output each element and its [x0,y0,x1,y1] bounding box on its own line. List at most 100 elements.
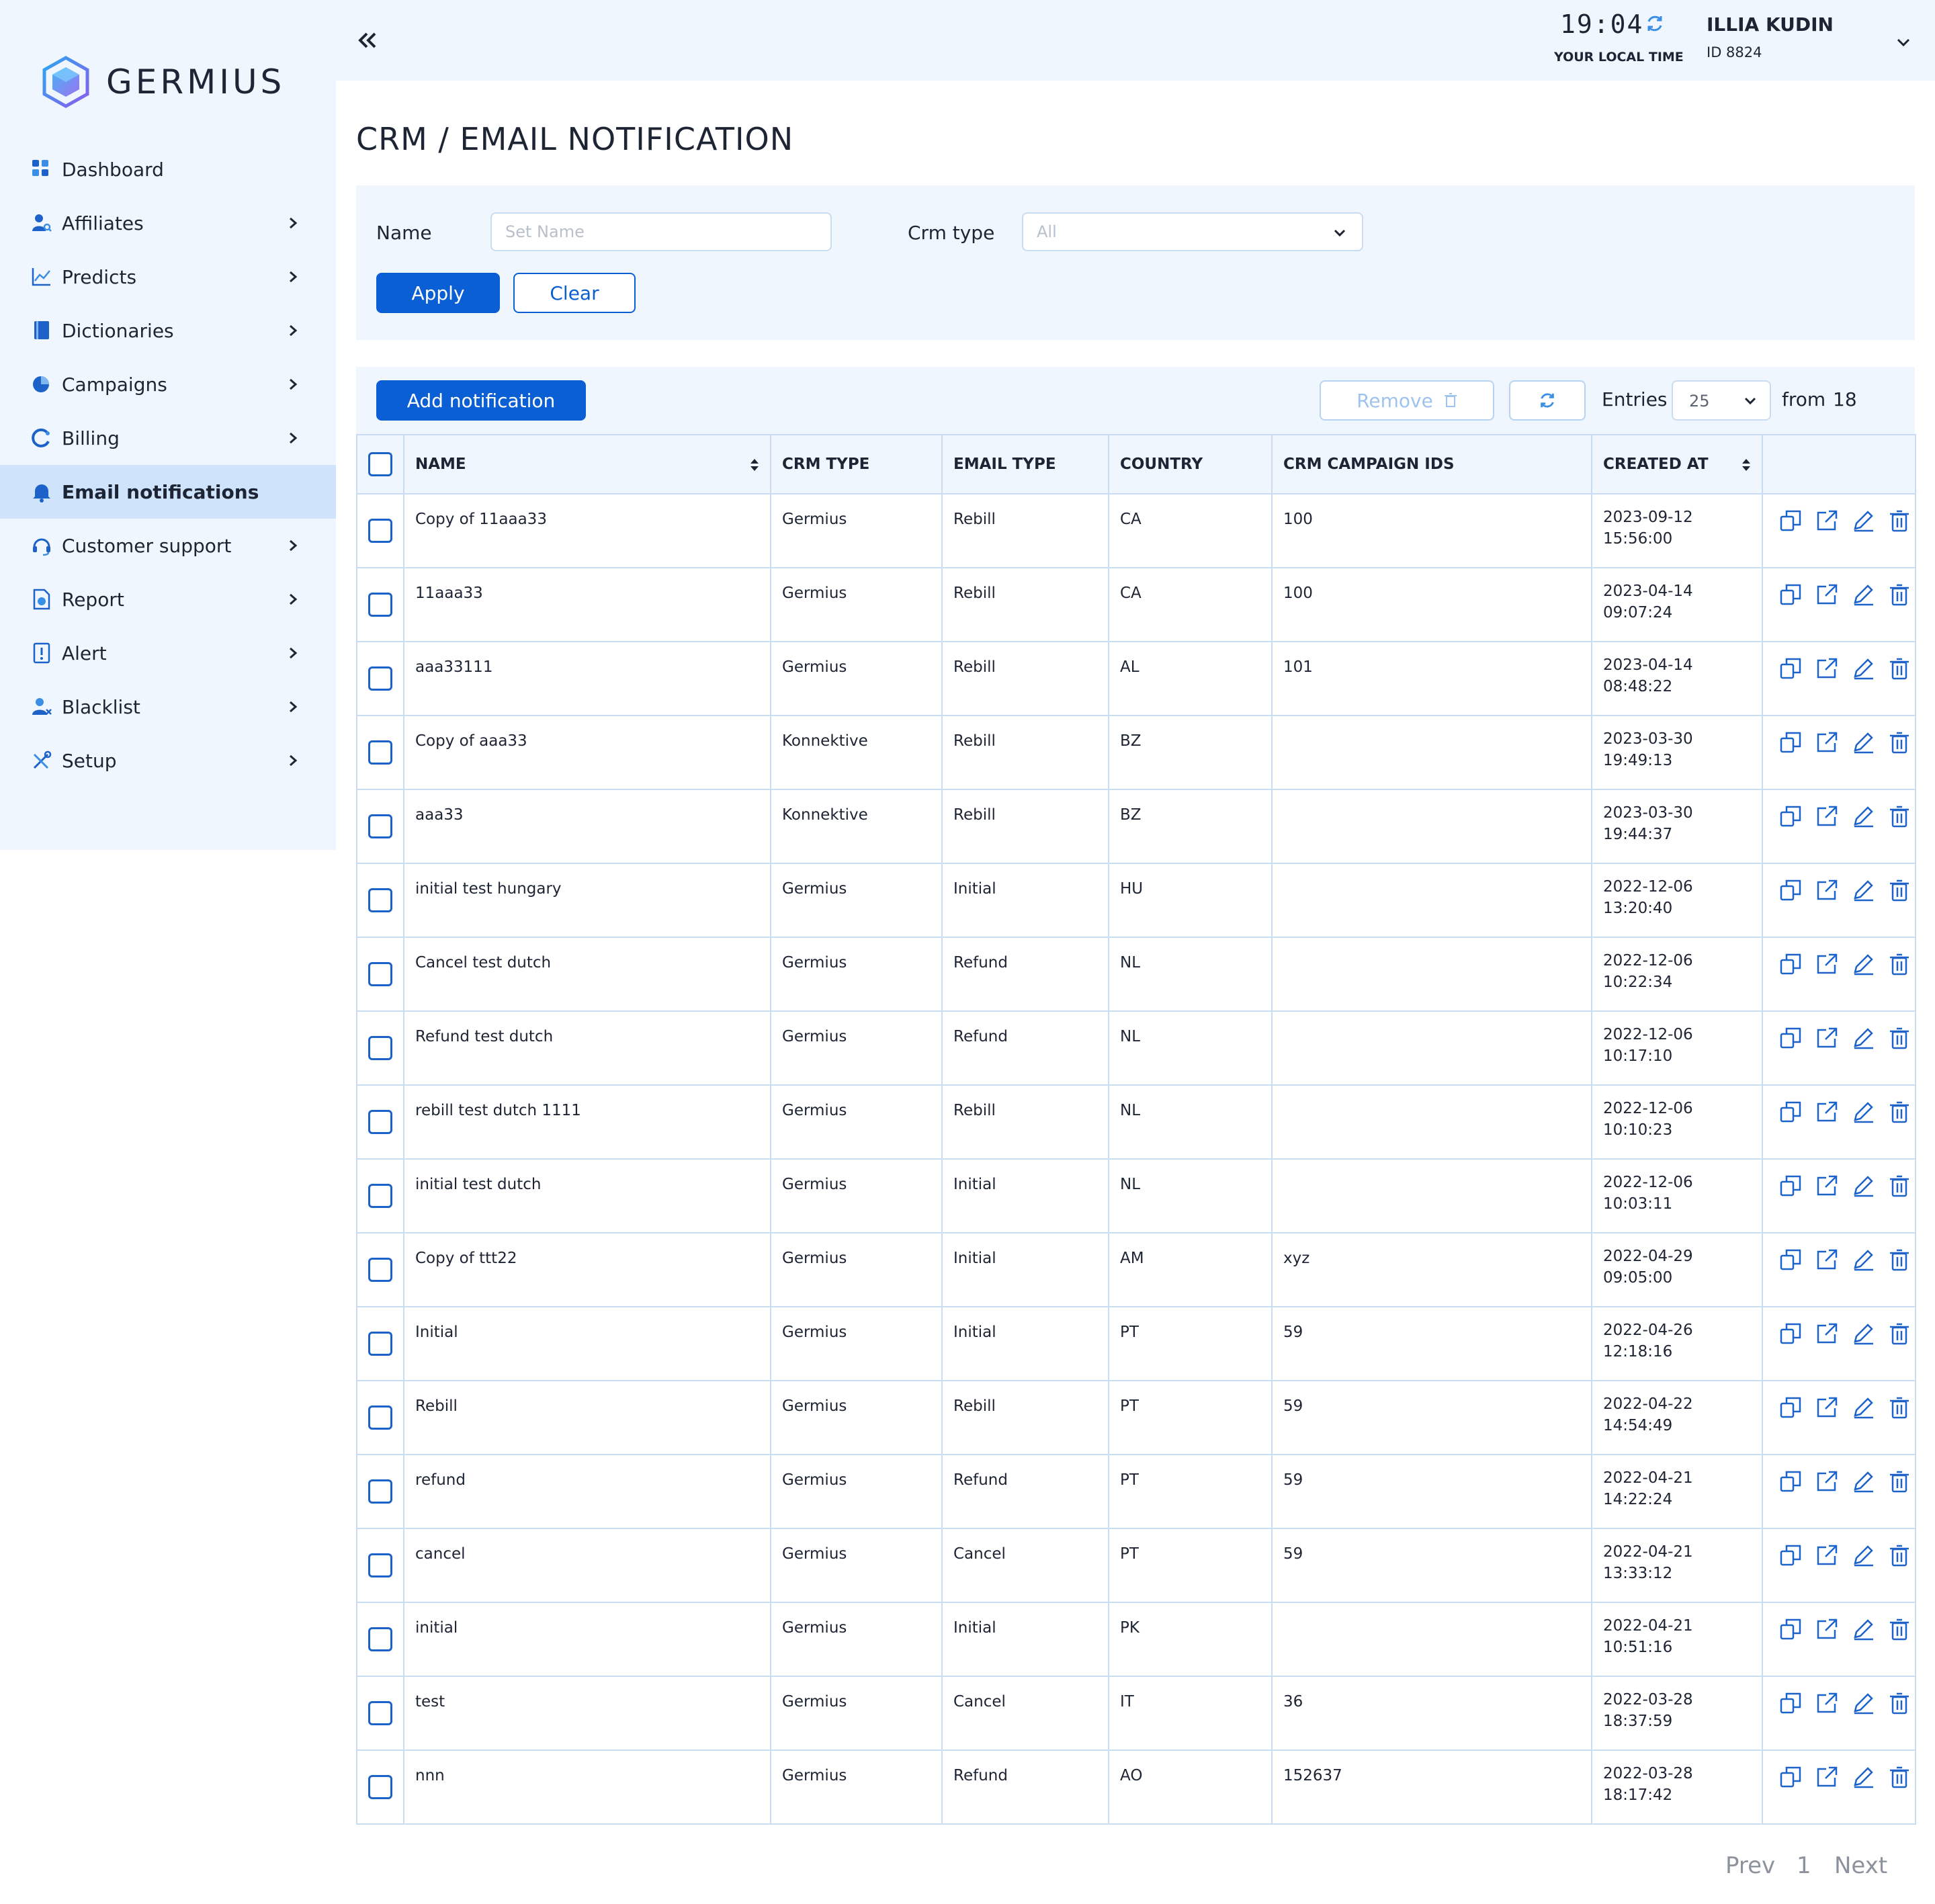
trash-icon[interactable] [1888,1027,1911,1049]
crm-type-select[interactable]: All [1022,212,1363,251]
edit-icon[interactable] [1852,657,1875,680]
copy-icon[interactable] [1779,1396,1802,1419]
sidebar-item-dashboard[interactable]: Dashboard [0,142,336,196]
open-external-icon[interactable] [1815,1322,1838,1345]
row-checkbox[interactable] [368,519,392,543]
copy-icon[interactable] [1779,1174,1802,1197]
edit-icon[interactable] [1852,731,1875,754]
row-checkbox[interactable] [368,1110,392,1134]
copy-icon[interactable] [1779,1470,1802,1493]
row-checkbox[interactable] [368,1627,392,1651]
refresh-table-button[interactable] [1509,380,1586,421]
open-external-icon[interactable] [1815,731,1838,754]
row-checkbox[interactable] [368,1405,392,1430]
edit-icon[interactable] [1852,1322,1875,1345]
copy-icon[interactable] [1779,805,1802,828]
copy-icon[interactable] [1779,1618,1802,1641]
open-external-icon[interactable] [1815,583,1838,606]
sidebar-item-dictionaries[interactable]: Dictionaries [0,304,336,357]
open-external-icon[interactable] [1815,953,1838,976]
sidebar-item-affiliates[interactable]: Affiliates [0,196,336,250]
copy-icon[interactable] [1779,1248,1802,1271]
edit-icon[interactable] [1852,1248,1875,1271]
sort-icon[interactable] [750,457,759,473]
logo[interactable]: GERMIUS [39,55,285,109]
sidebar-item-report[interactable]: Report [0,572,336,626]
sidebar-item-campaigns[interactable]: Campaigns [0,357,336,411]
row-checkbox[interactable] [368,1479,392,1504]
clear-button[interactable]: Clear [513,273,636,313]
apply-button[interactable]: Apply [376,273,500,313]
edit-icon[interactable] [1852,1692,1875,1715]
trash-icon[interactable] [1888,879,1911,902]
copy-icon[interactable] [1779,1322,1802,1345]
copy-icon[interactable] [1779,1544,1802,1567]
open-external-icon[interactable] [1815,1174,1838,1197]
open-external-icon[interactable] [1815,805,1838,828]
trash-icon[interactable] [1888,1692,1911,1715]
open-external-icon[interactable] [1815,657,1838,680]
entries-select[interactable]: 25 [1672,380,1771,421]
open-external-icon[interactable] [1815,509,1838,532]
edit-icon[interactable] [1852,1174,1875,1197]
sidebar-item-customer-support[interactable]: Customer support [0,519,336,572]
trash-icon[interactable] [1888,953,1911,976]
trash-icon[interactable] [1888,1100,1911,1123]
remove-button[interactable]: Remove [1320,380,1494,421]
edit-icon[interactable] [1852,1027,1875,1049]
copy-icon[interactable] [1779,1766,1802,1788]
trash-icon[interactable] [1888,1248,1911,1271]
copy-icon[interactable] [1779,731,1802,754]
open-external-icon[interactable] [1815,1692,1838,1715]
copy-icon[interactable] [1779,509,1802,532]
row-checkbox[interactable] [368,593,392,617]
open-external-icon[interactable] [1815,879,1838,902]
sidebar-item-predicts[interactable]: Predicts [0,250,336,304]
edit-icon[interactable] [1852,1396,1875,1419]
sidebar-item-alert[interactable]: Alert [0,626,336,680]
copy-icon[interactable] [1779,657,1802,680]
row-checkbox[interactable] [368,740,392,765]
row-checkbox[interactable] [368,1332,392,1356]
edit-icon[interactable] [1852,583,1875,606]
row-checkbox[interactable] [368,1036,392,1060]
column-header-name[interactable]: NAME [403,434,771,494]
edit-icon[interactable] [1852,1618,1875,1641]
trash-icon[interactable] [1888,583,1911,606]
edit-icon[interactable] [1852,805,1875,828]
user-menu-chevron-down-icon[interactable] [1895,34,1912,51]
open-external-icon[interactable] [1815,1766,1838,1788]
prev-page-button[interactable]: Prev [1725,1852,1775,1879]
open-external-icon[interactable] [1815,1027,1838,1049]
copy-icon[interactable] [1779,1692,1802,1715]
row-checkbox[interactable] [368,1553,392,1577]
column-header-created-at[interactable]: CREATED AT [1591,434,1763,494]
add-notification-button[interactable]: Add notification [376,380,586,421]
page-number[interactable]: 1 [1797,1852,1811,1879]
row-checkbox[interactable] [368,1701,392,1725]
edit-icon[interactable] [1852,1766,1875,1788]
sidebar-item-blacklist[interactable]: Blacklist [0,680,336,734]
edit-icon[interactable] [1852,509,1875,532]
row-checkbox[interactable] [368,1258,392,1282]
row-checkbox[interactable] [368,1775,392,1799]
edit-icon[interactable] [1852,879,1875,902]
edit-icon[interactable] [1852,1100,1875,1123]
sidebar-item-setup[interactable]: Setup [0,734,336,787]
copy-icon[interactable] [1779,1100,1802,1123]
copy-icon[interactable] [1779,583,1802,606]
copy-icon[interactable] [1779,953,1802,976]
edit-icon[interactable] [1852,953,1875,976]
trash-icon[interactable] [1888,1322,1911,1345]
copy-icon[interactable] [1779,879,1802,902]
copy-icon[interactable] [1779,1027,1802,1049]
sidebar-item-email-notifications[interactable]: Email notifications [0,465,336,519]
open-external-icon[interactable] [1815,1544,1838,1567]
user-name[interactable]: ILLIA KUDIN [1707,13,1834,36]
trash-icon[interactable] [1888,1766,1911,1788]
edit-icon[interactable] [1852,1470,1875,1493]
trash-icon[interactable] [1888,509,1911,532]
collapse-sidebar-icon[interactable] [355,28,382,52]
trash-icon[interactable] [1888,1618,1911,1641]
open-external-icon[interactable] [1815,1396,1838,1419]
